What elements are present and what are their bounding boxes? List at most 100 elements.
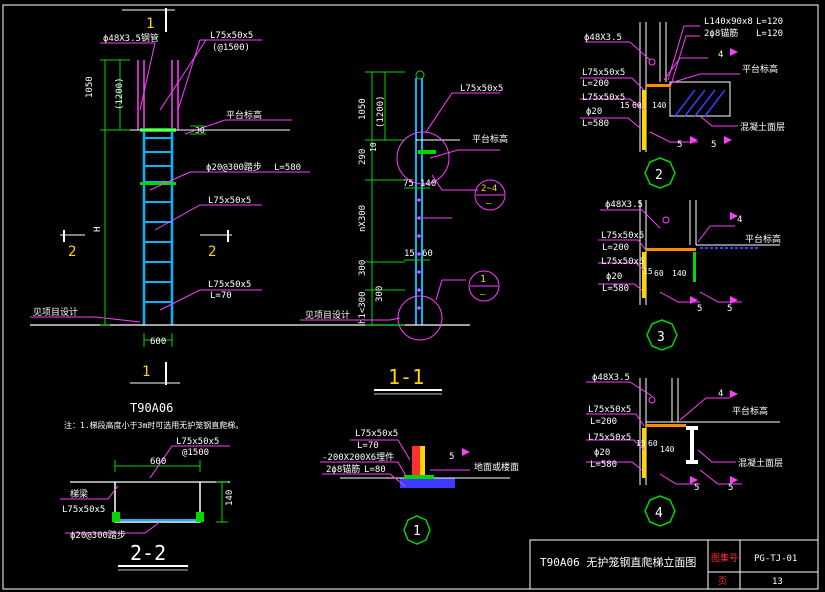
sec-dim-15: 15 xyxy=(404,249,415,259)
sheet-title: T90A06 无护笼钢直爬梯立面图 xyxy=(540,555,696,569)
det4-concrete: 混凝土面层 xyxy=(738,457,783,469)
det2-mark: 2 xyxy=(655,168,663,183)
plan-rung-label: ϕ20@300踏步 xyxy=(70,529,126,541)
det4-dim-140: 140 xyxy=(660,445,675,454)
plan-bracket-left xyxy=(112,512,120,522)
det2-angle-a: L140x90x8 xyxy=(704,17,753,27)
det3-pipe-label: ϕ48X3.5 xyxy=(605,200,643,210)
det1-anchor-label: 2ϕ8锚筋 xyxy=(326,463,360,475)
det4-angle1-len: L=200 xyxy=(590,417,617,427)
ground-label: 见项目设计 xyxy=(33,306,78,318)
drawing-no: PG-TJ-01 xyxy=(754,554,797,564)
sec-dim-10: 10 xyxy=(369,142,378,152)
det2-angle2: L75x50x5 xyxy=(582,93,625,103)
section-mark-bottom: 1 xyxy=(142,364,150,380)
angle-top-label: L75x50x5 xyxy=(210,31,253,41)
det4-weld5a: 5 xyxy=(694,483,699,493)
angle-bot-label: L75x50x5 xyxy=(208,280,251,290)
det2-weld5b: 5 xyxy=(711,140,716,150)
sec-dim-300a: 300 xyxy=(358,260,368,276)
angle-top-spacing: (@1500) xyxy=(212,43,250,53)
det3-dim-60: 60 xyxy=(654,269,664,278)
plan-angle-label: L75x50x5 xyxy=(176,437,219,447)
det2-angle1: L75x50x5 xyxy=(582,68,625,78)
det3-rung-len: L=580 xyxy=(602,284,629,294)
det4-rail xyxy=(642,428,646,478)
sec-dim-75: 75 xyxy=(403,179,414,189)
sec-dim-300b: 300 xyxy=(375,286,385,302)
cad-drawing: 1 1050 (1200) 30 H 600 ϕ48X3.5钢管 L75x50x… xyxy=(0,0,825,592)
sec-dim-n300: nX300 xyxy=(358,205,368,232)
detail-ref-2-4-sub: — xyxy=(486,199,492,209)
mid-bracket xyxy=(140,182,176,185)
det3-weld4: 4 xyxy=(737,215,742,225)
det1-angle xyxy=(412,446,420,478)
det4-dim-60: 60 xyxy=(648,439,658,448)
plan-dim-600: 600 xyxy=(150,457,166,467)
section2-mark-left: 2 xyxy=(68,244,76,260)
det3-mark: 3 xyxy=(657,330,665,345)
det2-pipe-label: ϕ48X3.5 xyxy=(584,33,622,43)
dim-1200: (1200) xyxy=(115,77,125,110)
det4-rung-len: L=580 xyxy=(590,460,617,470)
det2-dim-15: 15 xyxy=(620,101,630,110)
pipe-label: ϕ48X3.5钢管 xyxy=(103,32,159,44)
det3-angle1-len: L=200 xyxy=(602,243,629,253)
det2-angle-a-len: L=120 xyxy=(756,17,783,27)
det1-angle-web xyxy=(420,446,425,478)
section-mark-top: 1 xyxy=(146,16,154,32)
model-title: T90A06 xyxy=(130,401,173,415)
det4-weld4: 4 xyxy=(718,389,723,399)
det3-angle1: L75x50x5 xyxy=(601,231,644,241)
elevation-note: 注：1.梯段高度小于3m时可选用无护笼钢直爬梯。 xyxy=(64,420,243,430)
sec-dim-60: 60 xyxy=(422,249,433,259)
det4-ibeam-bottom xyxy=(686,460,698,464)
det2-rung: ϕ20 xyxy=(586,107,602,117)
sec-dim-140: 140 xyxy=(420,179,436,189)
plan-dim-140: 140 xyxy=(225,490,235,506)
sec-dim-1050: 1050 xyxy=(358,98,368,120)
det2-angle-bracket xyxy=(646,84,670,87)
plan-side-angle: L75x50x5 xyxy=(62,505,105,515)
page-label: 页 xyxy=(718,576,727,587)
angle-mid-label: L75x50x5 xyxy=(208,196,251,206)
det4-weld5b: 5 xyxy=(728,483,733,493)
plan-bracket-right xyxy=(196,512,204,522)
det1-anchor-len: L=80 xyxy=(364,465,386,475)
drawing-no-label: 图集号 xyxy=(711,552,738,564)
angle-bot-length: L=70 xyxy=(210,291,232,301)
det1-plate-label: -200X200X6埋件 xyxy=(322,451,394,463)
detail-ref-1-sub: — xyxy=(480,290,486,300)
det3-platform: 平台标高 xyxy=(745,233,781,245)
sec-dim-1200: (1200) xyxy=(376,95,386,128)
det1-angle-len: L=70 xyxy=(357,441,379,451)
sec-angle-label: L75x50x5 xyxy=(460,84,503,94)
det2-anchor: 2ϕ8锚筋 xyxy=(704,27,738,39)
det1-angle-label: L75x50x5 xyxy=(355,429,398,439)
dim-h: H xyxy=(93,227,103,232)
det4-angle-bracket xyxy=(646,424,686,427)
det4-angle2: L75x50x5 xyxy=(588,433,631,443)
page-no: 13 xyxy=(772,577,783,587)
plan-angle-spacing: @1500 xyxy=(182,448,209,458)
sec-dim-h1: h1<300 xyxy=(358,291,368,324)
det3-rung: ϕ20 xyxy=(606,272,622,282)
platform-label: 平台标高 xyxy=(226,109,262,121)
det2-platform: 平台标高 xyxy=(742,63,778,75)
det3-angle2: L75x50x5 xyxy=(601,257,644,267)
det4-ibeam-top xyxy=(686,426,698,430)
det1-mark: 1 xyxy=(413,524,421,539)
sec-ground-label: 见项目设计 xyxy=(305,309,350,321)
det4-rung: ϕ20 xyxy=(594,448,610,458)
dim-30: 30 xyxy=(195,126,205,135)
section-2-2-title: 2-2 xyxy=(130,541,166,565)
dim-1050: 1050 xyxy=(85,76,95,98)
det3-weld5b: 5 xyxy=(727,304,732,314)
detail-ref-1: 1 xyxy=(480,274,486,285)
det4-mark: 4 xyxy=(655,506,663,521)
det3-weld5a: 5 xyxy=(697,304,702,314)
det2-concrete: 混凝土面层 xyxy=(740,121,785,133)
det2-weld5a: 5 xyxy=(677,140,682,150)
det4-angle1: L75x50x5 xyxy=(588,405,631,415)
det2-dim-140: 140 xyxy=(652,101,667,110)
